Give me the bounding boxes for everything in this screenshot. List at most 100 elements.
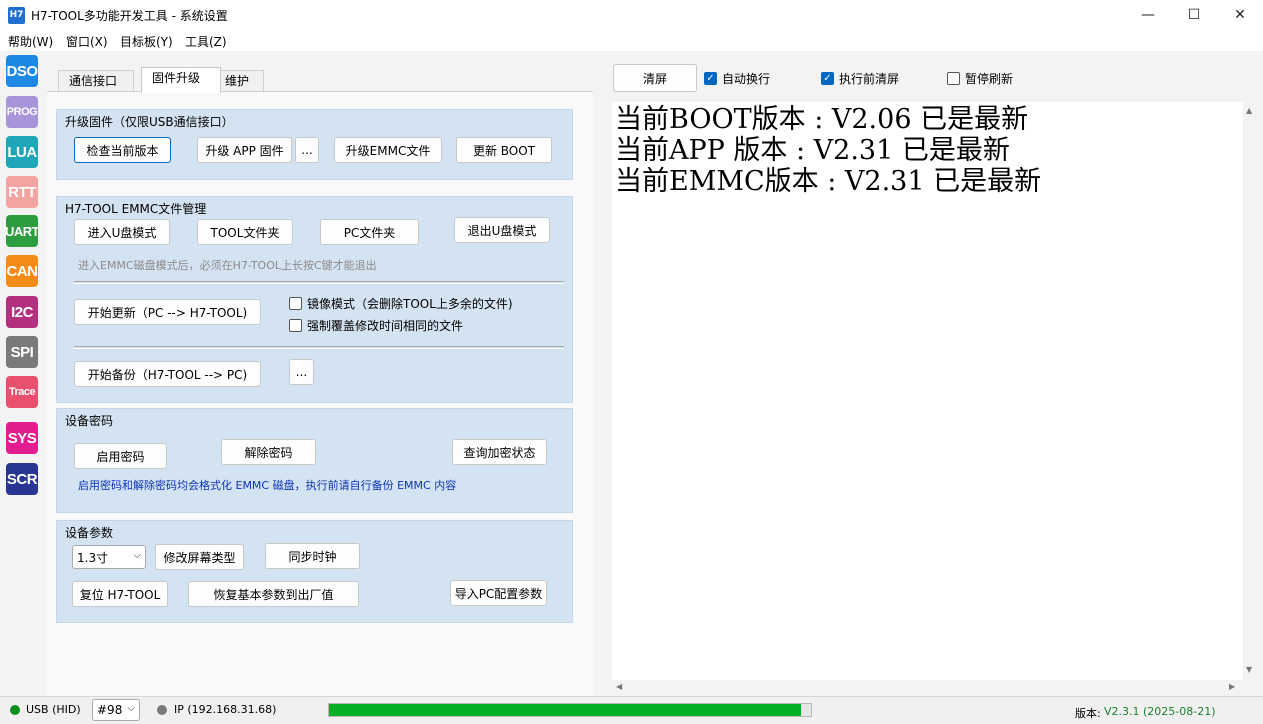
menu-help[interactable]: 帮助(W) [8,33,53,50]
auto-wrap-checkbox[interactable]: ✓ 自动换行 [704,70,770,87]
device-value: #98 [97,703,123,717]
progress-fill [329,704,802,716]
log-line: 当前APP 版本 : V2.31 已是最新 [615,135,1010,166]
checkbox-label: 强制覆盖修改时间相同的文件 [307,319,464,333]
upgrade-emmc-button[interactable]: 升级EMMC文件 [334,137,442,163]
checkbox-box[interactable] [289,297,302,310]
tab-comm-interface[interactable]: 通信接口 [58,70,134,92]
clear-before-exec-checkbox[interactable]: ✓ 执行前清屏 [821,70,899,87]
group-title: 设备参数 [65,526,114,540]
chevron-down-icon: ⌵ [127,703,135,714]
sync-clock-button[interactable]: 同步时钟 [265,543,360,569]
log-output[interactable]: 当前BOOT版本 : V2.06 已是最新 当前APP 版本 : V2.31 已… [612,102,1243,680]
remove-password-button[interactable]: 解除密码 [221,439,316,465]
password-warning: 启用密码和解除密码均会格式化 EMMC 磁盘，执行前请自行备份 EMMC 内容 [78,479,457,492]
ip-status-icon [157,705,167,715]
menu-window[interactable]: 窗口(X) [66,33,108,50]
device-select[interactable]: #98 ⌵ [92,699,140,721]
sidebar-item-prog[interactable]: PROG [6,96,38,128]
log-line: 当前EMMC版本 : V2.31 已是最新 [615,166,1042,197]
force-overwrite-checkbox[interactable]: 强制覆盖修改时间相同的文件 [289,317,463,334]
sidebar-item-uart[interactable]: UART [4,215,40,247]
restore-defaults-button[interactable]: 恢复基本参数到出厂值 [188,581,359,607]
pause-refresh-checkbox[interactable]: 暂停刷新 [947,70,1013,87]
usb-status-icon [10,705,20,715]
enable-password-button[interactable]: 启用密码 [74,443,167,469]
sidebar-item-label: SYS [7,429,37,447]
sidebar-item-label: SPI [10,343,34,361]
checkbox-box[interactable] [289,319,302,332]
exit-udisk-button[interactable]: 退出U盘模式 [454,217,550,243]
checkbox-label: 执行前清屏 [839,72,900,86]
menu-target-board[interactable]: 目标板(Y) [120,33,173,50]
scroll-down-icon[interactable]: ▼ [1246,665,1252,674]
usb-status: USB (HID) [26,703,81,716]
ip-status: IP (192.168.31.68) [174,703,277,716]
sidebar-item-trace[interactable]: Trace [6,376,38,408]
update-boot-button[interactable]: 更新 BOOT [456,137,552,163]
vertical-scrollbar[interactable]: ▲ ▼ [1243,102,1257,680]
checkbox-box[interactable]: ✓ [821,72,834,85]
screen-size-select[interactable]: 1.3寸 ⌵ [72,545,146,569]
minimize-button[interactable]: — [1125,0,1171,30]
modify-screen-button[interactable]: 修改屏幕类型 [155,544,244,570]
backup-browse-button[interactable]: ... [289,359,314,385]
scroll-left-icon[interactable]: ◀ [616,682,622,691]
menu-tools[interactable]: 工具(Z) [185,33,227,50]
sidebar-item-i2c[interactable]: I2C [6,296,38,328]
emmc-group: H7-TOOL EMMC文件管理 进入U盘模式 TOOL文件夹 PC文件夹 退出… [56,196,573,403]
sidebar-item-scr[interactable]: SCR [6,463,38,495]
version-value: V2.3.1 (2025-08-21) [1104,705,1216,718]
horizontal-scrollbar[interactable]: ◀ ▶ [612,680,1243,694]
start-update-button[interactable]: 开始更新（PC --> H7-TOOL) [74,299,261,325]
progress-bar [328,703,812,717]
mirror-mode-checkbox[interactable]: 镜像模式（会删除TOOL上多余的文件) [289,295,513,312]
title-bar: H7 H7-TOOL多功能开发工具 - 系统设置 — ☐ ✕ [0,0,1263,30]
tab-content: 升级固件（仅限USB通信接口） 检查当前版本 升级 APP 固件 ... 升级E… [47,91,593,696]
udisk-exit-hint: 进入EMMC磁盘模式后，必须在H7-TOOL上长按C键才能退出 [78,259,377,272]
checkbox-box[interactable] [947,72,960,85]
sidebar-item-label: RTT [8,183,36,201]
sidebar-item-spi[interactable]: SPI [6,336,38,368]
maximize-button[interactable]: ☐ [1171,0,1217,30]
tab-maintenance[interactable]: 维护 [220,70,264,92]
sidebar-item-can[interactable]: CAN [6,255,38,287]
menu-bar: 帮助(W) 窗口(X) 目标板(Y) 工具(Z) [0,30,1263,51]
sidebar-item-rtt[interactable]: RTT [6,176,38,208]
sidebar-item-label: UART [4,223,40,239]
checkbox-label: 自动换行 [722,72,771,86]
tab-firmware-upgrade[interactable]: 固件升级 [141,67,221,93]
app-icon: H7 [8,7,25,24]
upgrade-app-button[interactable]: 升级 APP 固件 [197,137,292,163]
start-backup-button[interactable]: 开始备份（H7-TOOL --> PC) [74,361,261,387]
divider [74,281,564,284]
password-group: 设备密码 启用密码 解除密码 查询加密状态 启用密码和解除密码均会格式化 EMM… [56,408,573,513]
query-encryption-button[interactable]: 查询加密状态 [452,439,547,465]
version-label: 版本: [1075,707,1101,720]
sidebar-item-label: SCR [6,470,38,488]
clear-screen-button[interactable]: 清屏 [613,64,697,92]
settings-panel: 通信接口 固件升级 维护 升级固件（仅限USB通信接口） 检查当前版本 升级 A… [47,62,593,696]
sidebar-item-label: CAN [6,262,39,280]
check-version-button[interactable]: 检查当前版本 [74,137,171,163]
tool-folder-button[interactable]: TOOL文件夹 [197,219,293,245]
divider [74,346,564,349]
scroll-right-icon[interactable]: ▶ [1229,682,1235,691]
scroll-up-icon[interactable]: ▲ [1246,106,1252,115]
device-params-group: 设备参数 1.3寸 ⌵ 修改屏幕类型 同步时钟 复位 H7-TOOL 恢复基本参… [56,520,573,623]
sidebar-item-label: LUA [7,143,37,161]
group-title: 升级固件（仅限USB通信接口） [65,115,234,129]
sidebar-item-lua[interactable]: LUA [6,136,38,168]
close-button[interactable]: ✕ [1217,0,1263,30]
sidebar-item-dso[interactable]: DSO [6,55,38,87]
reset-device-button[interactable]: 复位 H7-TOOL [72,581,168,607]
checkbox-box[interactable]: ✓ [704,72,717,85]
enter-udisk-button[interactable]: 进入U盘模式 [74,219,170,245]
app-file-browse-button[interactable]: ... [295,137,319,163]
pc-folder-button[interactable]: PC文件夹 [320,219,419,245]
sidebar-item-label: I2C [11,303,33,321]
import-pc-config-button[interactable]: 导入PC配置参数 [450,580,547,606]
log-line: 当前BOOT版本 : V2.06 已是最新 [615,104,1029,135]
sidebar-item-sys[interactable]: SYS [6,422,38,454]
checkbox-label: 暂停刷新 [965,72,1014,86]
